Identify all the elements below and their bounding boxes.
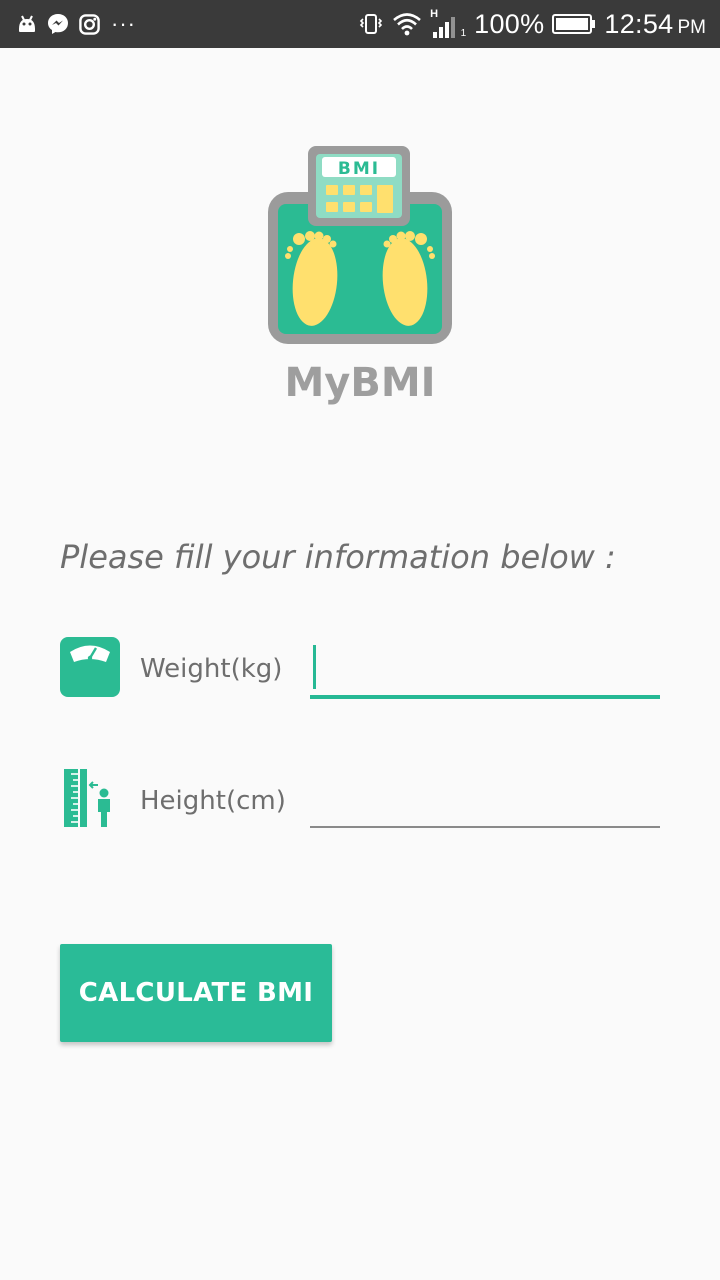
- status-bar-system: H 1 100% 12:54 PM: [358, 8, 706, 40]
- bmi-form-screen: BMI MyBMI Please fill your information b…: [0, 48, 720, 1280]
- weight-label: Weight(kg): [140, 654, 283, 684]
- status-bar-notifications: ···: [16, 10, 136, 38]
- clock-time: 12:54: [604, 8, 674, 39]
- instructions-text: Please fill your information below :: [60, 538, 616, 576]
- android-icon: [19, 15, 35, 32]
- sim-slot-label: 1: [460, 28, 467, 39]
- more-notifications-indicator: ···: [111, 11, 136, 36]
- cellular-signal: H 1: [430, 8, 467, 39]
- instagram-icon: [79, 13, 100, 35]
- messenger-icon: [48, 14, 68, 34]
- height-input[interactable]: [310, 768, 672, 828]
- vibrate-icon: [360, 14, 383, 34]
- weight-input[interactable]: [310, 639, 672, 699]
- svg-text:BMI: BMI: [338, 159, 380, 179]
- app-title: MyBMI: [284, 360, 436, 406]
- height-input-container[interactable]: [310, 768, 672, 828]
- weight-input-underline: [310, 695, 660, 699]
- status-bar: ··· H 1 100% 12:54 PM: [0, 0, 720, 48]
- battery-icon: [552, 14, 596, 34]
- clock-ampm: PM: [677, 16, 707, 38]
- text-cursor: [313, 645, 316, 689]
- height-label: Height(cm): [140, 786, 286, 816]
- bmi-scale-logo-icon: BMI: [268, 146, 452, 344]
- height-measure-icon: [64, 769, 110, 827]
- battery-percent: 100%: [474, 8, 545, 39]
- height-input-underline: [310, 826, 660, 828]
- scale-icon: [60, 637, 120, 697]
- clock: 12:54 PM: [604, 9, 706, 40]
- weight-input-container[interactable]: [310, 639, 672, 699]
- calculate-bmi-button[interactable]: CALCULATE BMI: [60, 944, 332, 1042]
- signal-icon: [433, 17, 456, 38]
- wifi-icon: [393, 13, 421, 36]
